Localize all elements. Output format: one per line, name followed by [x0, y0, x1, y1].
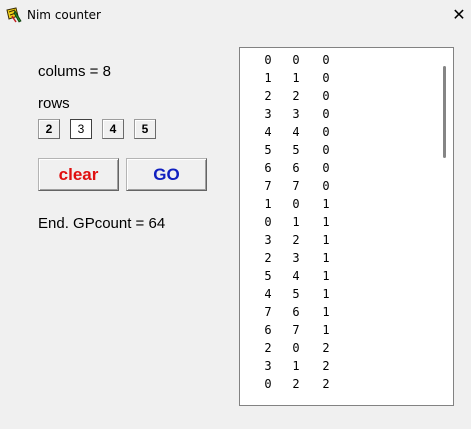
list-cell: 7 — [292, 323, 300, 337]
list-cell: 2 — [264, 251, 272, 265]
rows-label: rows — [38, 95, 70, 112]
results-listbox[interactable]: 0 0 0 1 1 0 2 2 0 3 3 0 4 4 0 5 5 0 6 6 0 7 7 0 1 0 1 0 1 1 3 2 1 2 3 1 5 4 1 4… — [239, 47, 454, 406]
scrollbar-thumb[interactable] — [443, 66, 446, 158]
list-cell: 6 — [292, 305, 300, 319]
window-title: Nim counter — [27, 8, 101, 22]
list-cell: 0 — [292, 341, 300, 355]
list-cell: 3 — [264, 233, 272, 247]
list-cell: 3 — [264, 107, 272, 121]
clear-button[interactable]: clear — [38, 158, 119, 191]
list-cell: 6 — [292, 161, 300, 175]
list-cell: 0 — [322, 143, 330, 157]
rows-5-button[interactable]: 5 — [134, 119, 156, 139]
list-cell: 0 — [322, 125, 330, 139]
list-cell: 1 — [264, 197, 272, 211]
columns-label: colums = 8 — [38, 63, 111, 80]
list-cell: 2 — [264, 89, 272, 103]
list-cell: 0 — [322, 107, 330, 121]
list-cell: 1 — [264, 71, 272, 85]
list-cell: 1 — [292, 71, 300, 85]
list-cell: 0 — [322, 179, 330, 193]
list-cell: 6 — [264, 161, 272, 175]
list-cell: 0 — [322, 89, 330, 103]
list-cell: 2 — [322, 377, 330, 391]
list-cell: 0 — [264, 377, 272, 391]
list-cell: 1 — [322, 323, 330, 337]
rows-3-button[interactable]: 3 — [70, 119, 92, 139]
list-cell: 7 — [264, 179, 272, 193]
list-cell: 1 — [322, 197, 330, 211]
list-cell: 1 — [292, 359, 300, 373]
list-cell: 1 — [322, 251, 330, 265]
list-cell: 5 — [292, 143, 300, 157]
list-cell: 0 — [292, 197, 300, 211]
list-cell: 7 — [264, 305, 272, 319]
list-cell: 0 — [264, 53, 272, 67]
list-cell: 5 — [264, 143, 272, 157]
list-cell: 1 — [322, 215, 330, 229]
list-cell: 5 — [264, 269, 272, 283]
rows-2-button[interactable]: 2 — [38, 119, 60, 139]
list-cell: 5 — [292, 287, 300, 301]
list-cell: 2 — [322, 359, 330, 373]
list-cell: 2 — [322, 341, 330, 355]
list-cell: 2 — [292, 377, 300, 391]
list-cell: 1 — [322, 287, 330, 301]
list-cell: 2 — [292, 89, 300, 103]
list-cell: 2 — [292, 233, 300, 247]
list-cell: 1 — [322, 305, 330, 319]
status-text: End. GPcount = 64 — [38, 215, 166, 232]
list-cell: 4 — [264, 287, 272, 301]
go-button[interactable]: GO — [126, 158, 207, 191]
list-cell: 1 — [322, 269, 330, 283]
vertical-scrollbar[interactable] — [438, 48, 453, 405]
list-cell: 0 — [264, 215, 272, 229]
list-cell: 4 — [264, 125, 272, 139]
list-cell: 4 — [292, 269, 300, 283]
list-cell: 6 — [264, 323, 272, 337]
list-cell: 0 — [292, 53, 300, 67]
close-icon: ✕ — [452, 5, 466, 24]
list-cell: 0 — [322, 161, 330, 175]
rows-4-button[interactable]: 4 — [102, 119, 124, 139]
list-cell: 1 — [322, 233, 330, 247]
title-bar: Nim counter ✕ — [0, 0, 471, 30]
list-cell: 7 — [292, 179, 300, 193]
list-cell: 3 — [264, 359, 272, 373]
list-cell: 2 — [264, 341, 272, 355]
app-icon — [6, 7, 22, 23]
list-cell: 3 — [292, 251, 300, 265]
list-cell: 3 — [292, 107, 300, 121]
list-cell: 0 — [322, 53, 330, 67]
list-cell: 0 — [322, 71, 330, 85]
close-button[interactable]: ✕ — [446, 2, 471, 28]
list-cell: 1 — [292, 215, 300, 229]
list-cell: 4 — [292, 125, 300, 139]
